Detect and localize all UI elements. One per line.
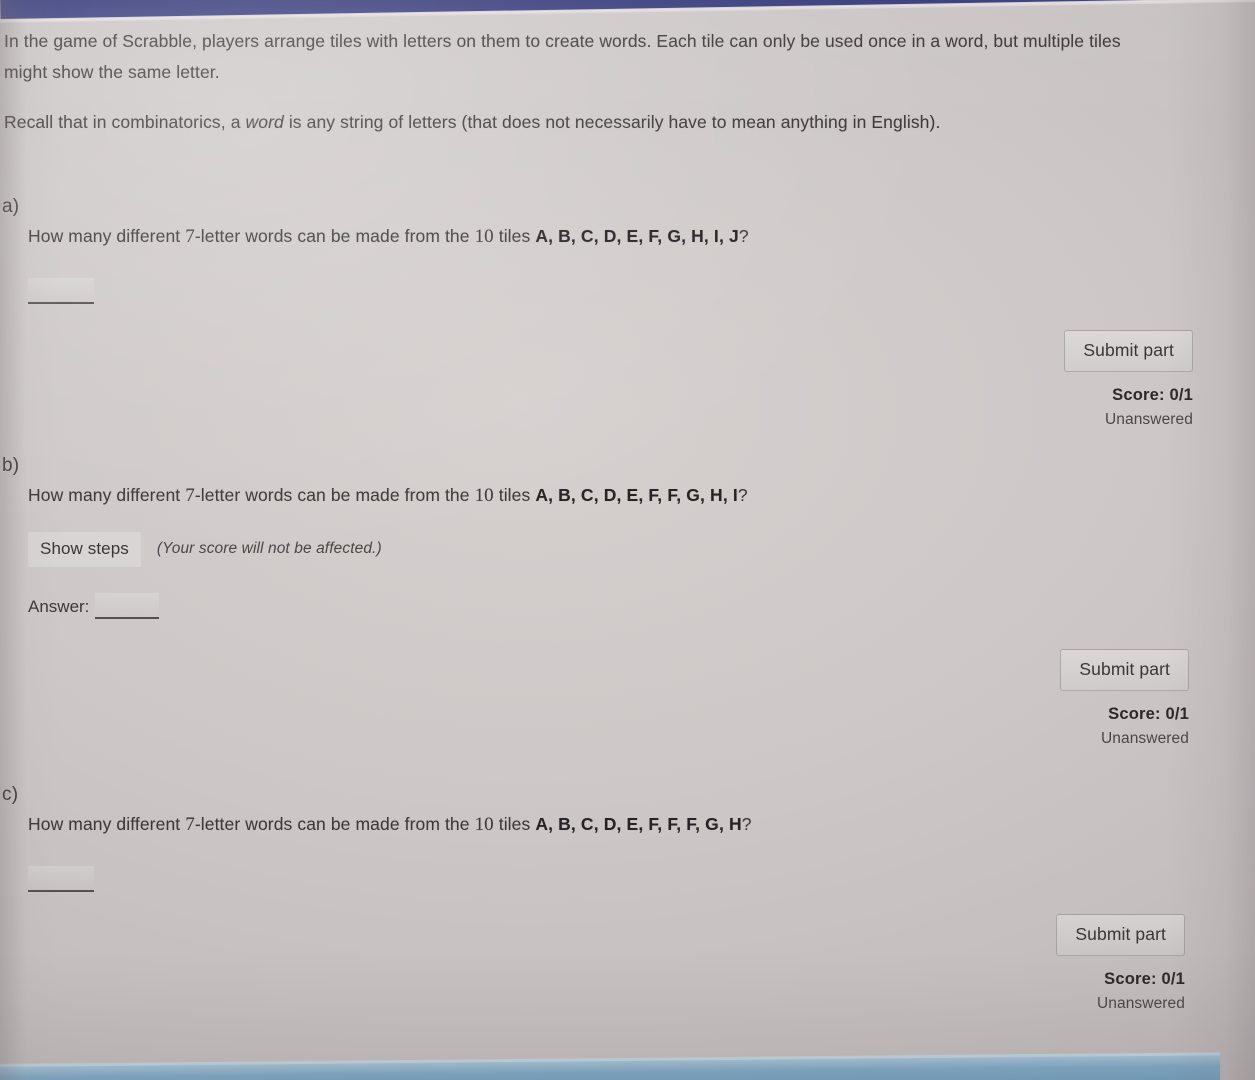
part-c-tiles-word: tiles [493,813,536,834]
part-c-body: How many different 7-letter words can be… [0,810,1197,1013]
part-b-tiles-word: tiles [493,485,536,506]
part-c-prompt: How many different 7-letter words can be… [28,810,1197,840]
part-a-tiles-word: tiles [493,225,536,246]
part-a-word-length: 7 [185,225,195,247]
part-c-tile-list: A, B, C, D, E, F, F, F, G, H [535,813,742,834]
part-b-answer-label: Answer: [28,596,90,616]
part-b-letter: b) [2,455,20,477]
part-b-status: Unanswered [1100,729,1189,747]
assignment-page: In the game of Scrabble, players arrange… [0,0,1255,1080]
part-c-prompt-end: ? [741,813,752,834]
part-b-word-length: 7 [185,485,195,507]
part-b-prompt-mid: -letter words can be made from the [194,485,475,506]
part-b-answer-input[interactable] [95,592,160,619]
part-c-status: Unanswered [1096,995,1185,1013]
intro-paragraph-2-pre: Recall that in combinatorics, a [4,112,246,133]
intro-paragraph-1: In the game of Scrabble, players arrange… [4,31,1121,82]
part-c-prompt-pre: How many different [28,813,186,834]
part-b-prompt-end: ? [737,485,748,506]
part-b-score: Score: 0/1 [1108,704,1189,723]
part-b-submit-button[interactable]: Submit part [1060,648,1189,691]
part-b-prompt-pre: How many different [28,485,186,506]
part-b-show-steps-button[interactable]: Show steps [28,531,141,567]
part-c-answer-row [28,866,1197,893]
intro-paragraph-2-post: is any string of letters (that does not … [283,112,941,133]
question-part-a: a) How many different 7-letter words can… [0,196,1197,429]
part-c-submit-cluster: Submit part Score: 0/1 Unanswered [28,914,1189,1013]
part-a-submit-button[interactable]: Submit part [1064,330,1193,373]
part-a-tile-list: A, B, C, D, E, F, G, H, I, J [535,225,739,246]
part-a-prompt-mid: -letter words can be made from the [194,225,475,246]
part-b-body: How many different 7-letter words can be… [0,481,1197,747]
part-a-prompt: How many different 7-letter words can be… [28,222,1197,252]
part-c-letter: c) [2,783,19,805]
photographed-screen-frame: In the game of Scrabble, players arrange… [0,0,1255,1080]
question-part-c: c) How many different 7-letter words can… [0,784,1197,1013]
part-a-prompt-pre: How many different [28,225,186,246]
part-a-letter: a) [2,195,20,217]
part-c-prompt-mid: -letter words can be made from the [194,813,475,834]
part-a-prompt-end: ? [738,225,749,246]
part-b-submit-cluster: Submit part Score: 0/1 Unanswered [28,648,1193,748]
part-a-submit-cluster: Submit part Score: 0/1 Unanswered [28,330,1197,429]
part-a-answer-row [28,278,1197,305]
part-c-answer-input[interactable] [28,866,94,893]
part-b-answer-row: Answer: [28,592,1197,619]
part-a-tile-count: 10 [474,225,494,247]
part-a-body: How many different 7-letter words can be… [0,222,1197,429]
part-b-show-steps-row: Show steps (Your score will not be affec… [28,531,1197,567]
part-a-status: Unanswered [1104,411,1193,429]
part-b-tile-list: A, B, C, D, E, F, F, G, H, I [535,485,738,506]
part-b-show-steps-note: (Your score will not be affected.) [156,540,382,558]
part-a-score: Score: 0/1 [1112,386,1193,405]
part-c-word-length: 7 [185,813,195,835]
part-c-score: Score: 0/1 [1104,970,1185,989]
question-part-b: b) How many different 7-letter words can… [0,455,1197,747]
part-c-submit-button[interactable]: Submit part [1056,914,1185,957]
part-a-answer-input[interactable] [28,278,94,305]
part-b-prompt: How many different 7-letter words can be… [28,481,1197,511]
part-c-tile-count: 10 [474,813,494,835]
part-b-tile-count: 10 [474,485,494,507]
intro-paragraph-2: Recall that in combinatorics, a word is … [4,107,1137,138]
word-emphasis: word [245,112,284,133]
